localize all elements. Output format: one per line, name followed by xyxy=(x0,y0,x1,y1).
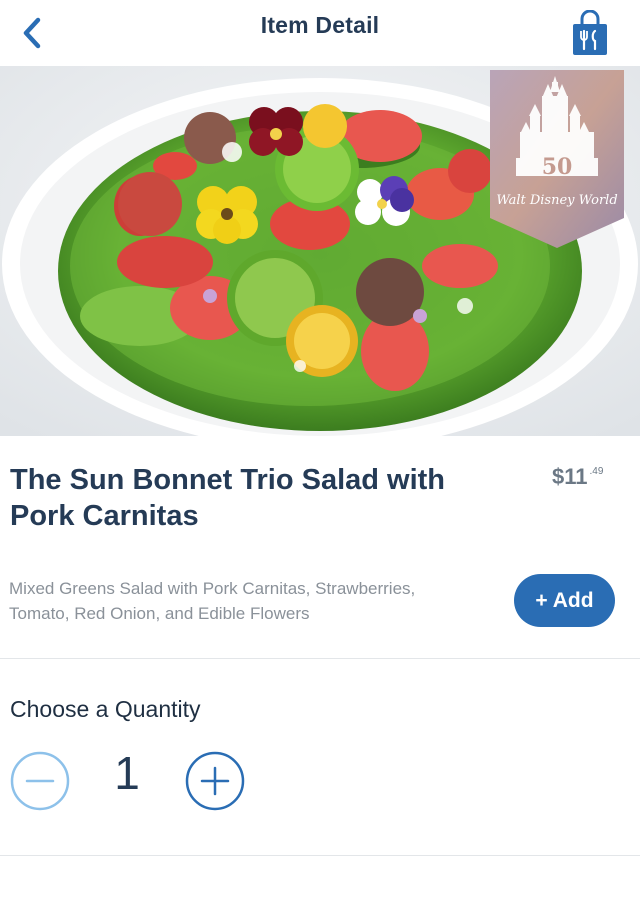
divider xyxy=(0,855,640,856)
minus-circle-icon xyxy=(10,751,70,811)
shopping-bag-utensils-icon xyxy=(573,9,607,55)
top-bar: Item Detail xyxy=(0,0,640,66)
quantity-increment-button[interactable] xyxy=(185,751,245,811)
quantity-label: Choose a Quantity xyxy=(10,696,201,722)
add-button[interactable]: + Add xyxy=(514,574,615,627)
item-price: $11.49 xyxy=(552,464,603,490)
quantity-decrement-button[interactable] xyxy=(10,751,70,811)
plus-circle-icon xyxy=(185,751,245,811)
cart-button[interactable] xyxy=(570,9,610,56)
quantity-value: 1 xyxy=(114,747,140,799)
item-photo: 50 Walt Disney World xyxy=(0,66,640,436)
badge-number: 50 xyxy=(542,154,573,180)
divider xyxy=(0,658,640,659)
item-description: Mixed Greens Salad with Pork Carnitas, S… xyxy=(9,579,416,623)
disney-50th-badge: 50 Walt Disney World xyxy=(490,70,624,248)
price-cents: .49 xyxy=(589,466,604,477)
price-dollars: $11 xyxy=(552,464,588,489)
item-name: The Sun Bonnet Trio Salad with Pork Carn… xyxy=(10,464,446,532)
badge-brand: Walt Disney World xyxy=(496,193,617,208)
page-title: Item Detail xyxy=(260,12,380,38)
